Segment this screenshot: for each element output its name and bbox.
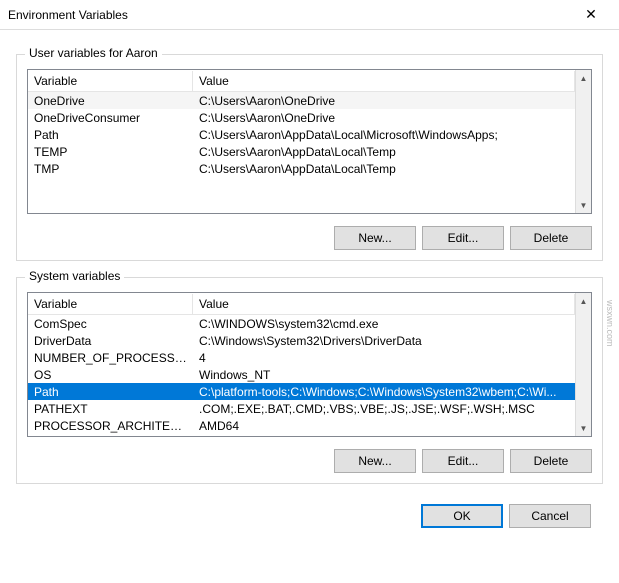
user-edit-button[interactable]: Edit...	[422, 226, 504, 250]
system-col-variable[interactable]: Variable	[28, 294, 193, 314]
cell-value: C:\platform-tools;C:\Windows;C:\Windows\…	[193, 385, 575, 399]
cell-value: C:\Users\Aaron\OneDrive	[193, 94, 575, 108]
table-row[interactable]: PROCESSOR_ARCHITECTURE AMD64	[28, 417, 575, 434]
cell-variable: TMP	[28, 162, 193, 176]
table-row[interactable]: TMP C:\Users\Aaron\AppData\Local\Temp	[28, 160, 575, 177]
system-scrollbar[interactable]: ▲ ▼	[575, 293, 591, 436]
table-row[interactable]: ComSpec C:\WINDOWS\system32\cmd.exe	[28, 315, 575, 332]
user-variables-group: User variables for Aaron Variable Value …	[16, 54, 603, 261]
user-table-header: Variable Value	[28, 70, 575, 92]
table-row[interactable]: OneDriveConsumer C:\Users\Aaron\OneDrive	[28, 109, 575, 126]
dialog-footer: OK Cancel	[0, 494, 619, 538]
ok-button[interactable]: OK	[421, 504, 503, 528]
titlebar: Environment Variables ✕	[0, 0, 619, 30]
table-row[interactable]: OS Windows_NT	[28, 366, 575, 383]
user-delete-button[interactable]: Delete	[510, 226, 592, 250]
user-scrollbar[interactable]: ▲ ▼	[575, 70, 591, 213]
table-row[interactable]: PATHEXT .COM;.EXE;.BAT;.CMD;.VBS;.VBE;.J…	[28, 400, 575, 417]
system-edit-button[interactable]: Edit...	[422, 449, 504, 473]
close-icon: ✕	[585, 6, 597, 23]
system-table-header: Variable Value	[28, 293, 575, 315]
cell-variable: Path	[28, 128, 193, 142]
table-row[interactable]: NUMBER_OF_PROCESSORS 4	[28, 349, 575, 366]
close-button[interactable]: ✕	[571, 1, 611, 29]
system-col-value[interactable]: Value	[193, 294, 575, 314]
user-variables-label: User variables for Aaron	[25, 46, 162, 60]
cell-value: C:\Users\Aaron\AppData\Local\Temp	[193, 145, 575, 159]
table-row[interactable]: Path C:\Users\Aaron\AppData\Local\Micros…	[28, 126, 575, 143]
scroll-up-icon[interactable]: ▲	[576, 70, 591, 86]
cell-variable: NUMBER_OF_PROCESSORS	[28, 351, 193, 365]
table-row-selected[interactable]: Path C:\platform-tools;C:\Windows;C:\Win…	[28, 383, 575, 400]
user-new-button[interactable]: New...	[334, 226, 416, 250]
user-col-value[interactable]: Value	[193, 71, 575, 91]
scroll-down-icon[interactable]: ▼	[576, 420, 591, 436]
user-col-variable[interactable]: Variable	[28, 71, 193, 91]
cell-value: C:\Users\Aaron\AppData\Local\Temp	[193, 162, 575, 176]
cell-variable: PATHEXT	[28, 402, 193, 416]
cell-value: 4	[193, 351, 575, 365]
cell-variable: PROCESSOR_ARCHITECTURE	[28, 419, 193, 433]
system-variables-label: System variables	[25, 269, 124, 283]
system-buttons: New... Edit... Delete	[27, 449, 592, 473]
system-delete-button[interactable]: Delete	[510, 449, 592, 473]
window-title: Environment Variables	[8, 8, 571, 22]
content-area: User variables for Aaron Variable Value …	[0, 30, 619, 494]
system-table-body: Variable Value ComSpec C:\WINDOWS\system…	[28, 293, 575, 436]
table-row[interactable]: TEMP C:\Users\Aaron\AppData\Local\Temp	[28, 143, 575, 160]
scroll-up-icon[interactable]: ▲	[576, 293, 591, 309]
cell-value: AMD64	[193, 419, 575, 433]
user-variables-table[interactable]: Variable Value OneDrive C:\Users\Aaron\O…	[27, 69, 592, 214]
cell-variable: ComSpec	[28, 317, 193, 331]
cell-value: .COM;.EXE;.BAT;.CMD;.VBS;.VBE;.JS;.JSE;.…	[193, 402, 575, 416]
user-table-body: Variable Value OneDrive C:\Users\Aaron\O…	[28, 70, 575, 213]
system-variables-table[interactable]: Variable Value ComSpec C:\WINDOWS\system…	[27, 292, 592, 437]
cell-value: C:\Windows\System32\Drivers\DriverData	[193, 334, 575, 348]
table-row[interactable]: DriverData C:\Windows\System32\Drivers\D…	[28, 332, 575, 349]
cell-value: C:\WINDOWS\system32\cmd.exe	[193, 317, 575, 331]
system-new-button[interactable]: New...	[334, 449, 416, 473]
cell-value: C:\Users\Aaron\OneDrive	[193, 111, 575, 125]
cell-variable: OneDrive	[28, 94, 193, 108]
table-row[interactable]: OneDrive C:\Users\Aaron\OneDrive	[28, 92, 575, 109]
cell-variable: OneDriveConsumer	[28, 111, 193, 125]
system-variables-group: System variables Variable Value ComSpec …	[16, 277, 603, 484]
cell-variable: TEMP	[28, 145, 193, 159]
cell-variable: OS	[28, 368, 193, 382]
cell-value: Windows_NT	[193, 368, 575, 382]
cell-variable: DriverData	[28, 334, 193, 348]
cell-value: C:\Users\Aaron\AppData\Local\Microsoft\W…	[193, 128, 575, 142]
scroll-down-icon[interactable]: ▼	[576, 197, 591, 213]
watermark: wsxwn.com	[605, 300, 615, 347]
user-buttons: New... Edit... Delete	[27, 226, 592, 250]
cancel-button[interactable]: Cancel	[509, 504, 591, 528]
cell-variable: Path	[28, 385, 193, 399]
